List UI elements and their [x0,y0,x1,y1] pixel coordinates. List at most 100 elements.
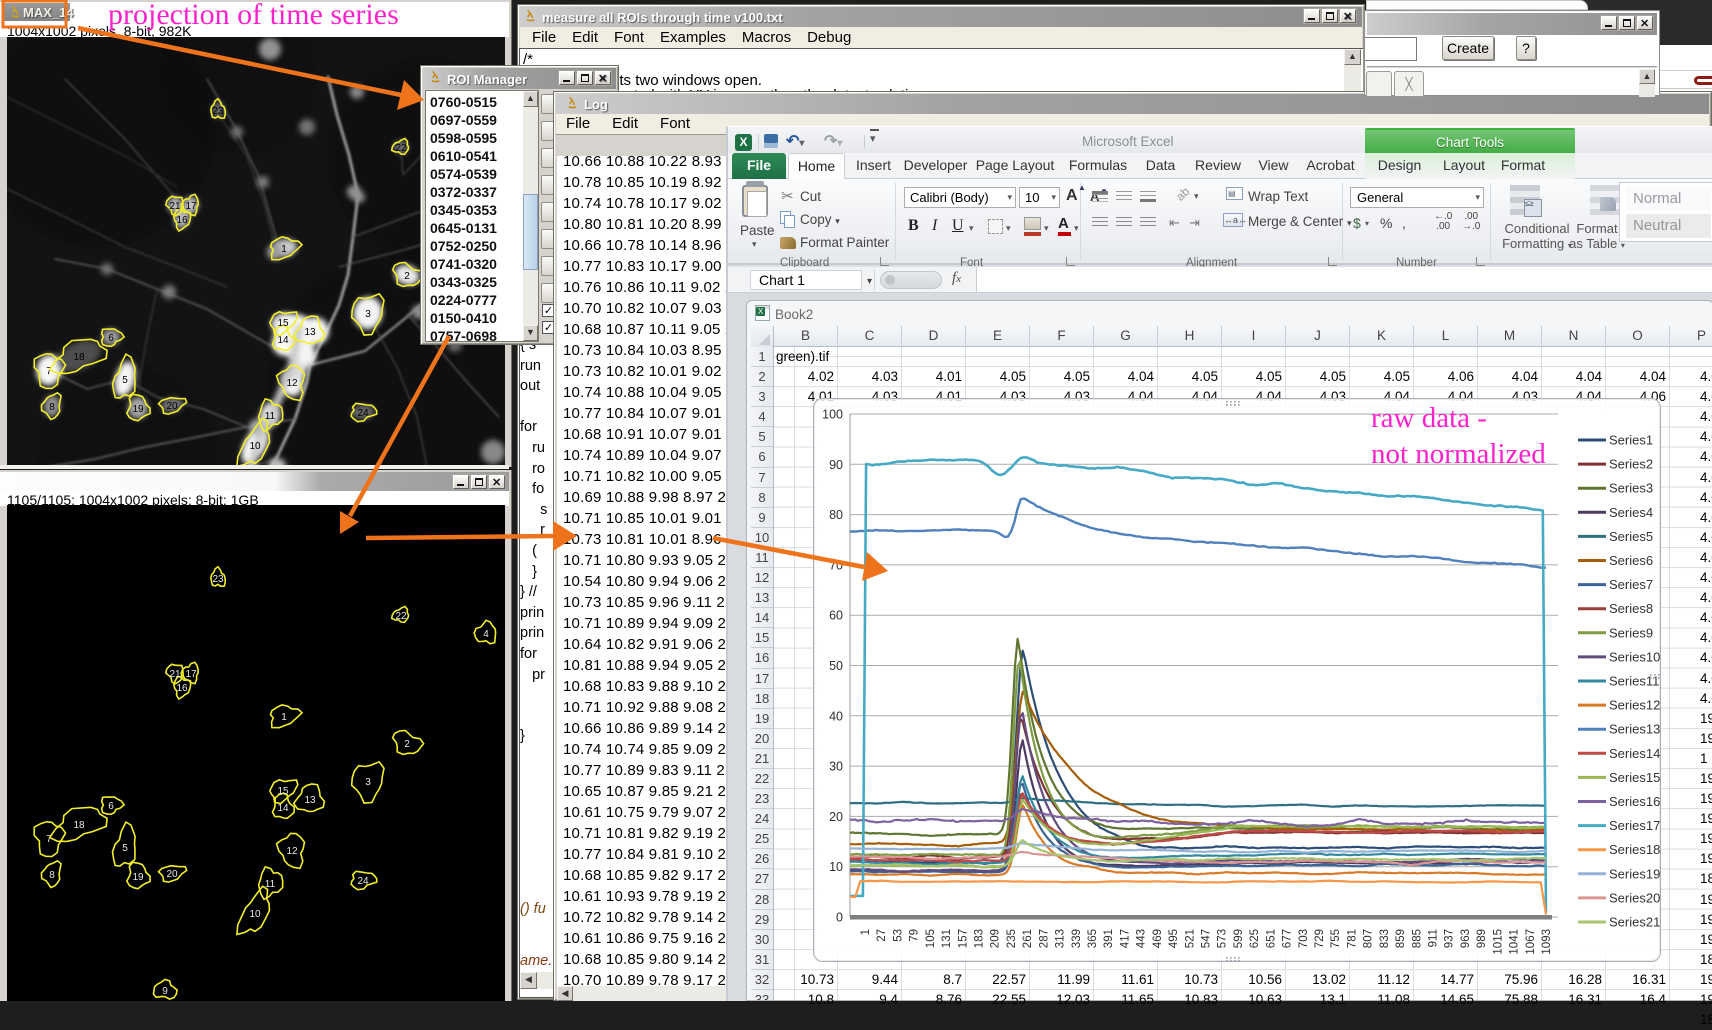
svg-text:625: 625 [1249,929,1261,948]
svg-text:859: 859 [1395,929,1407,948]
svg-text:Series6: Series6 [1609,553,1653,568]
svg-text:3: 3 [365,777,371,788]
svg-text:13: 13 [304,327,316,338]
svg-text:781: 781 [1346,929,1358,948]
svg-text:157: 157 [957,929,969,948]
svg-text:Series17: Series17 [1609,818,1660,833]
svg-text:90: 90 [829,458,843,472]
svg-text:443: 443 [1136,929,1148,948]
svg-text:313: 313 [1055,929,1067,948]
svg-text:13: 13 [304,795,316,806]
svg-text:Series7: Series7 [1609,577,1653,592]
svg-text:963: 963 [1460,929,1472,948]
svg-text:209: 209 [990,929,1002,948]
svg-text:Series15: Series15 [1609,770,1660,785]
svg-text:22: 22 [395,143,407,154]
svg-text:1: 1 [281,712,287,723]
svg-text:Series14: Series14 [1609,746,1660,761]
svg-text:24: 24 [357,408,369,419]
svg-text:14: 14 [277,335,289,346]
svg-text:17: 17 [185,669,197,680]
svg-text:21: 21 [169,201,181,212]
svg-text:287: 287 [1038,929,1050,948]
svg-text:19: 19 [132,404,144,415]
svg-text:1: 1 [860,929,872,935]
svg-text:807: 807 [1363,929,1375,948]
svg-text:989: 989 [1476,929,1488,948]
svg-text:4: 4 [483,629,489,640]
svg-text:16: 16 [176,215,188,226]
svg-text:70: 70 [829,558,843,572]
svg-text:1093: 1093 [1541,929,1553,955]
svg-text:10: 10 [249,441,261,452]
svg-text:Series5: Series5 [1609,529,1653,544]
svg-text:105: 105 [925,929,937,948]
svg-text:18: 18 [73,352,85,363]
svg-text:8: 8 [49,870,55,881]
svg-text:15: 15 [277,318,289,329]
svg-text:30: 30 [829,760,843,774]
svg-text:Series2: Series2 [1609,457,1653,472]
svg-text:12: 12 [286,378,298,389]
svg-text:521: 521 [1184,929,1196,948]
svg-text:1041: 1041 [1509,929,1521,955]
svg-text:Series12: Series12 [1609,698,1660,713]
svg-text:Series19: Series19 [1609,866,1660,881]
svg-text:80: 80 [829,508,843,522]
svg-text:10: 10 [829,860,843,874]
svg-text:Series16: Series16 [1609,794,1660,809]
svg-text:40: 40 [829,709,843,723]
svg-text:261: 261 [1022,929,1034,948]
svg-text:729: 729 [1314,929,1326,948]
svg-text:15: 15 [277,786,289,797]
svg-text:Series3: Series3 [1609,481,1653,496]
svg-text:100: 100 [822,408,843,422]
svg-text:Series4: Series4 [1609,505,1653,520]
svg-text:Series20: Series20 [1609,890,1660,905]
svg-text:1: 1 [281,244,287,255]
svg-text:2: 2 [404,271,410,282]
svg-text:547: 547 [1201,929,1213,948]
svg-text:1067: 1067 [1525,929,1537,955]
svg-text:677: 677 [1282,929,1294,948]
svg-text:8: 8 [49,402,55,413]
svg-text:937: 937 [1444,929,1456,948]
svg-text:469: 469 [1152,929,1164,948]
svg-text:60: 60 [829,609,843,623]
svg-text:Series9: Series9 [1609,625,1653,640]
svg-text:79: 79 [909,929,921,942]
svg-text:11: 11 [265,411,276,422]
svg-text:1015: 1015 [1492,929,1504,955]
svg-text:651: 651 [1265,929,1277,948]
svg-text:339: 339 [1071,929,1083,948]
svg-text:14: 14 [277,803,289,814]
svg-text:6: 6 [108,801,114,812]
svg-text:5: 5 [122,843,128,854]
svg-text:Series8: Series8 [1609,601,1653,616]
svg-text:23: 23 [212,106,224,117]
svg-text:Series13: Series13 [1609,722,1660,737]
svg-text:885: 885 [1411,929,1423,948]
svg-text:Series18: Series18 [1609,842,1660,857]
svg-text:9: 9 [162,986,168,997]
svg-text:131: 131 [941,929,953,948]
svg-text:Series10: Series10 [1609,649,1660,664]
svg-text:10: 10 [249,909,261,920]
svg-text:20: 20 [166,869,178,880]
svg-text:17: 17 [185,201,197,212]
svg-text:495: 495 [1168,929,1180,948]
svg-text:911: 911 [1428,929,1440,947]
svg-text:5: 5 [122,375,128,386]
svg-text:365: 365 [1087,929,1099,948]
svg-text:Series1: Series1 [1609,433,1653,448]
svg-text:Series11: Series11 [1609,674,1659,689]
svg-text:0: 0 [836,911,843,925]
svg-text:20: 20 [166,401,178,412]
svg-text:20: 20 [829,810,843,824]
svg-text:11: 11 [265,879,276,890]
svg-text:16: 16 [176,683,188,694]
svg-text:599: 599 [1233,929,1245,948]
svg-text:703: 703 [1298,929,1310,948]
svg-text:755: 755 [1330,929,1342,948]
svg-text:18: 18 [73,820,85,831]
